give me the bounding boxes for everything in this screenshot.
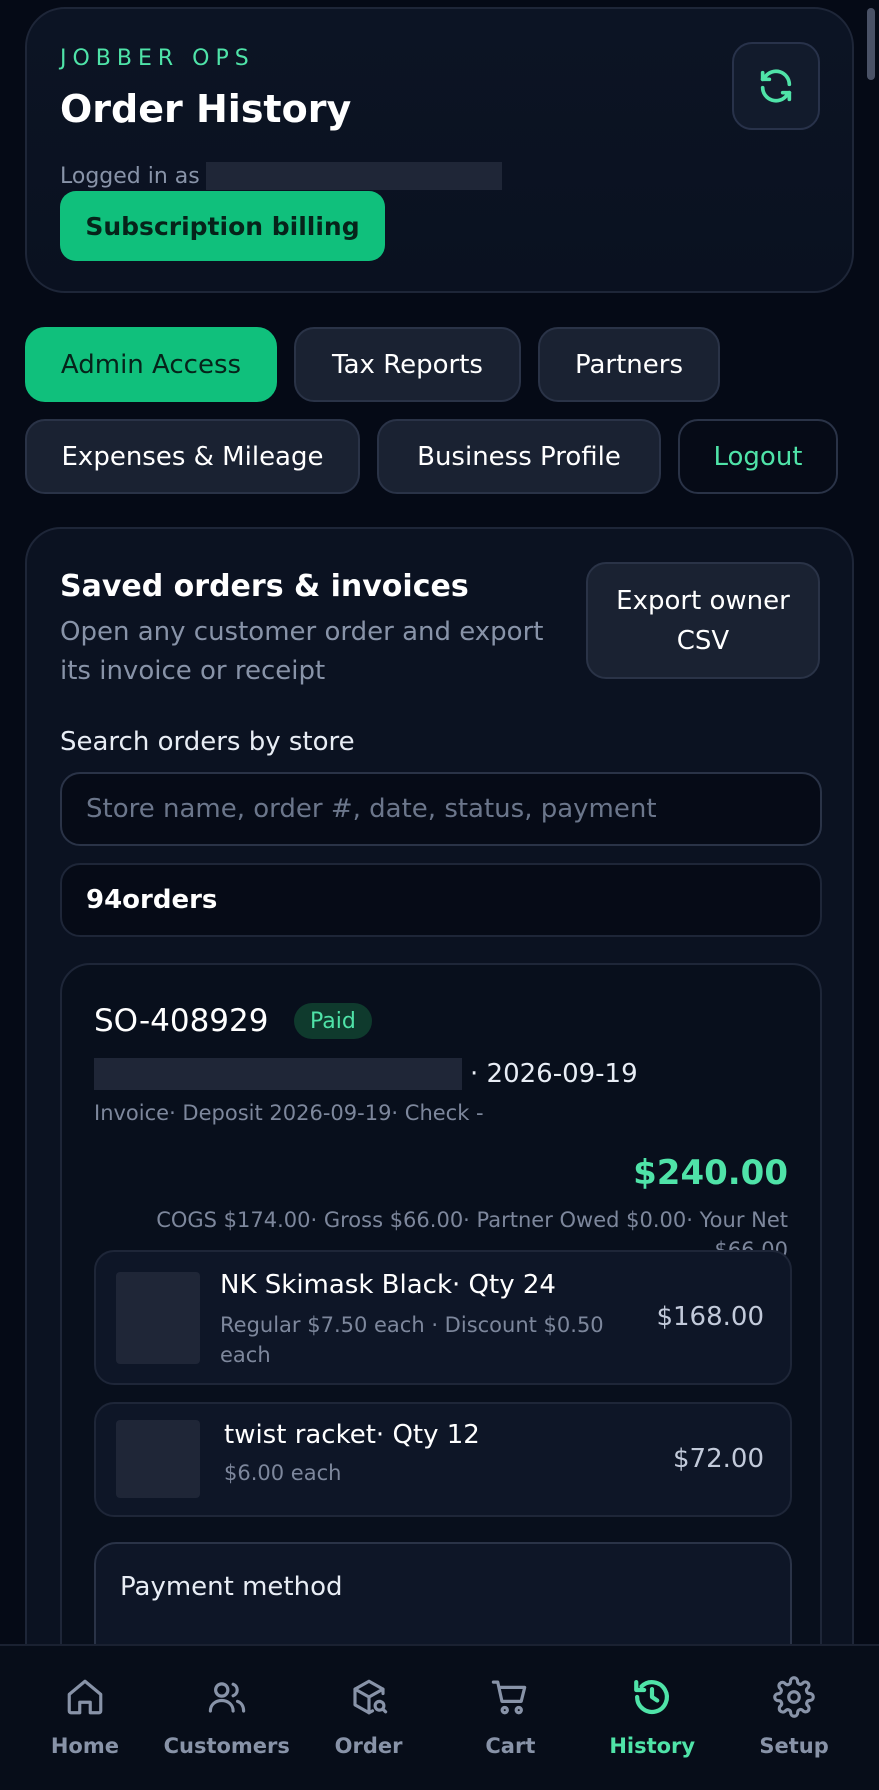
product-thumbnail [116,1272,200,1364]
tab-expenses-mileage[interactable]: Expenses & Mileage [25,419,360,494]
status-badge: Paid [294,1003,372,1039]
customer-line: · 2026-09-19 [94,1058,638,1090]
nav-customers[interactable]: Customers [156,1646,297,1790]
tab-business-profile[interactable]: Business Profile [377,419,661,494]
gear-icon [773,1676,815,1718]
product-thumbnail [116,1420,200,1498]
item-price: $168.00 [656,1302,764,1332]
nav-label: Cart [485,1734,536,1758]
history-icon [634,1680,670,1714]
nav-cart[interactable]: Cart [440,1646,581,1790]
search-input[interactable] [60,772,822,846]
export-csv-button[interactable]: Export owner CSV [586,562,820,679]
payment-method-label: Payment method [120,1572,343,1602]
redacted-username [205,162,502,190]
section-subtitle: Open any customer order and export its i… [60,617,544,686]
subscription-billing-button[interactable]: Subscription billing [60,191,385,261]
nav-order[interactable]: Order [298,1646,439,1790]
order-meta: Invoice· Deposit 2026-09-19· Check - [94,1101,484,1125]
item-name: twist racket· Qty 12 [224,1420,480,1450]
home-icon [67,1679,103,1715]
logout-button[interactable]: Logout [678,419,838,494]
nav-home[interactable]: Home [14,1646,155,1790]
page-scrollbar[interactable] [867,8,875,80]
package-search-icon [352,1679,387,1715]
cart-icon [492,1680,527,1715]
tab-partners[interactable]: Partners [538,327,720,402]
nav-label: Home [50,1734,119,1758]
nav-label: Customers [163,1734,290,1758]
refresh-button[interactable] [732,42,820,130]
order-id: SO-408929 [94,1003,269,1039]
logged-in-label: Logged in as [60,163,200,189]
line-item[interactable]: twist racket· Qty 12 $6.00 each $72.00 [94,1402,792,1517]
section-title: Saved orders & invoices [60,569,469,604]
nav-history[interactable]: History [582,1646,723,1790]
search-label: Search orders by store [60,727,355,757]
item-desc: $6.00 each [224,1461,342,1485]
item-price: $72.00 [673,1444,764,1474]
order-total: $240.00 [633,1153,788,1193]
nav-label: Setup [759,1734,829,1758]
line-item[interactable]: NK Skimask Black· Qty 24 Regular $7.50 e… [94,1250,792,1385]
logged-in-line: Logged in as [60,162,502,190]
redacted-customer [94,1058,462,1090]
order-date: · 2026-09-19 [470,1059,638,1089]
item-desc: Regular $7.50 each · Discount $0.50 each [220,1313,604,1367]
bottom-nav: Home Customers Order Cart History Setup [0,1644,879,1790]
tab-admin-access[interactable]: Admin Access [25,327,277,402]
item-name: NK Skimask Black· Qty 24 [220,1270,556,1300]
nav-setup[interactable]: Setup [724,1646,865,1790]
brand-name: JOBBER OPS [60,46,255,71]
order-count: 94orders [60,863,822,937]
saved-orders-card: Saved orders & invoices Open any custome… [25,527,854,1790]
header-card: JOBBER OPS Order History Logged in as Su… [25,7,854,293]
tab-tax-reports[interactable]: Tax Reports [294,327,521,402]
page-title: Order History [60,87,352,131]
refresh-icon [760,69,792,103]
users-icon [208,1682,245,1713]
nav-label: Order [334,1734,403,1758]
nav-label: History [609,1734,696,1758]
